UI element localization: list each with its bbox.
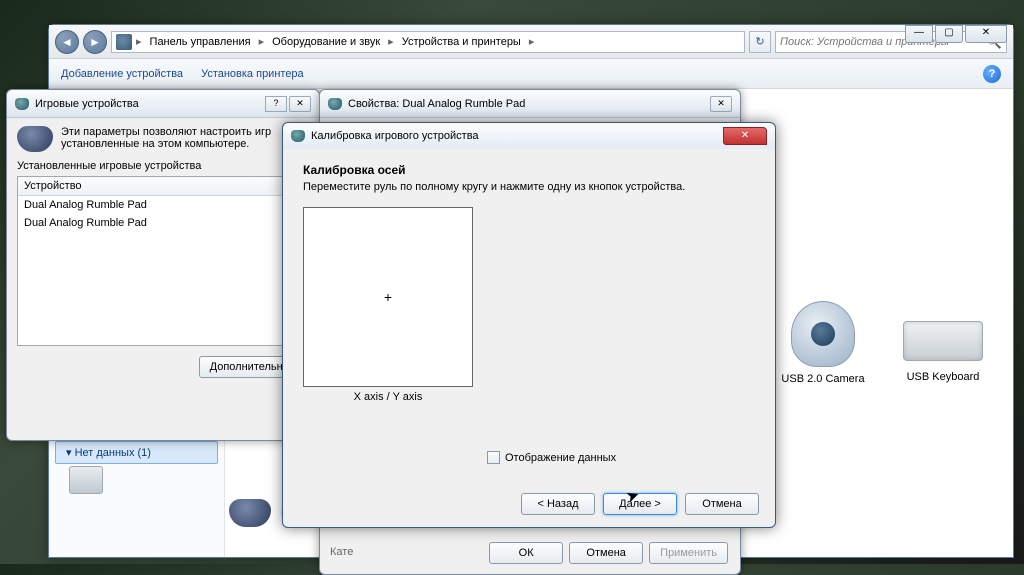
device-label: USB Keyboard bbox=[897, 371, 989, 383]
close-button[interactable]: ✕ bbox=[289, 96, 311, 112]
breadcrumb-item[interactable]: Панель управления bbox=[146, 36, 255, 48]
nav-bar: ◄ ► ▸ Панель управления ▸ Оборудование и… bbox=[49, 25, 1013, 59]
device-label: USB 2.0 Camera bbox=[777, 373, 869, 385]
gamepad-icon bbox=[15, 98, 29, 110]
wizard-heading: Калибровка осей bbox=[303, 163, 755, 177]
dialog-title: Свойства: Dual Analog Rumble Pad bbox=[348, 98, 525, 110]
axis-label: X axis / Y axis bbox=[303, 391, 473, 403]
calibration-wizard: Калибровка игрового устройства ✕ Калибро… bbox=[282, 122, 776, 528]
add-device-link[interactable]: Добавление устройства bbox=[61, 68, 183, 80]
back-button[interactable]: ◄ bbox=[55, 30, 79, 54]
list-item[interactable]: Dual Analog Rumble Pad bbox=[18, 214, 308, 232]
no-data-section[interactable]: ▾ Нет данных (1) bbox=[55, 441, 218, 464]
device-item-camera[interactable]: USB 2.0 Camera bbox=[777, 301, 869, 385]
location-icon bbox=[116, 34, 132, 50]
minimize-button[interactable]: — bbox=[905, 25, 933, 43]
dialog-titlebar[interactable]: Свойства: Dual Analog Rumble Pad ✕ bbox=[320, 90, 740, 118]
window-controls: — ▢ ✕ bbox=[905, 25, 1007, 43]
refresh-button[interactable]: ↻ bbox=[749, 31, 771, 53]
checkbox-label: Отображение данных bbox=[505, 452, 616, 464]
list-item[interactable]: Dual Analog Rumble Pad bbox=[18, 196, 308, 214]
gamepad-icon bbox=[291, 130, 305, 142]
breadcrumb-item[interactable]: Устройства и принтеры bbox=[398, 36, 525, 48]
cancel-button[interactable]: Отмена bbox=[685, 493, 759, 515]
ok-button[interactable]: ОК bbox=[489, 542, 563, 564]
dialog-title: Игровые устройства bbox=[35, 98, 139, 110]
breadcrumb-item[interactable]: Оборудование и звук bbox=[268, 36, 384, 48]
apply-button[interactable]: Применить bbox=[649, 542, 728, 564]
help-button[interactable]: ? bbox=[265, 96, 287, 112]
cancel-button[interactable]: Отмена bbox=[569, 542, 643, 564]
forward-button[interactable]: ► bbox=[83, 30, 107, 54]
dialog-titlebar[interactable]: Игровые устройства ? ✕ bbox=[7, 90, 319, 118]
show-data-checkbox[interactable] bbox=[487, 451, 500, 464]
device-list[interactable]: Устройство Dual Analog Rumble Pad Dual A… bbox=[17, 176, 309, 346]
game-devices-dialog: Игровые устройства ? ✕ Эти параметры поз… bbox=[6, 89, 320, 441]
breadcrumb[interactable]: ▸ Панель управления ▸ Оборудование и зву… bbox=[111, 31, 745, 53]
device-item-keyboard[interactable]: USB Keyboard bbox=[897, 301, 989, 385]
close-button[interactable]: ✕ bbox=[710, 96, 732, 112]
next-button[interactable]: Далее > bbox=[603, 493, 677, 515]
dialog-titlebar[interactable]: Калибровка игрового устройства ✕ bbox=[283, 123, 775, 149]
wizard-instruction: Переместите руль по полному кругу и нажм… bbox=[303, 181, 755, 193]
dialog-description: Эти параметры позволяют настроить игр ус… bbox=[61, 126, 309, 150]
gamepad-icon bbox=[229, 499, 271, 527]
toolbar: Добавление устройства Установка принтера… bbox=[49, 59, 1013, 89]
crosshair-icon: + bbox=[384, 289, 392, 305]
category-label-cut: Кате bbox=[330, 546, 353, 558]
group-label: Установленные игровые устройства bbox=[17, 160, 309, 172]
keyboard-icon bbox=[903, 321, 983, 361]
install-printer-link[interactable]: Установка принтера bbox=[201, 68, 304, 80]
maximize-button[interactable]: ▢ bbox=[935, 25, 963, 43]
camera-icon bbox=[791, 301, 855, 367]
gamepad-icon bbox=[328, 98, 342, 110]
printer-icon[interactable] bbox=[69, 466, 103, 494]
dialog-title: Калибровка игрового устройства bbox=[311, 130, 479, 142]
gamepad-icon bbox=[17, 126, 53, 152]
axis-calibration-box[interactable]: + bbox=[303, 207, 473, 387]
back-button[interactable]: < Назад bbox=[521, 493, 595, 515]
close-button[interactable]: ✕ bbox=[723, 127, 767, 145]
help-icon[interactable]: ? bbox=[983, 65, 1001, 83]
column-header[interactable]: Устройство bbox=[18, 177, 308, 196]
close-button[interactable]: ✕ bbox=[965, 25, 1007, 43]
